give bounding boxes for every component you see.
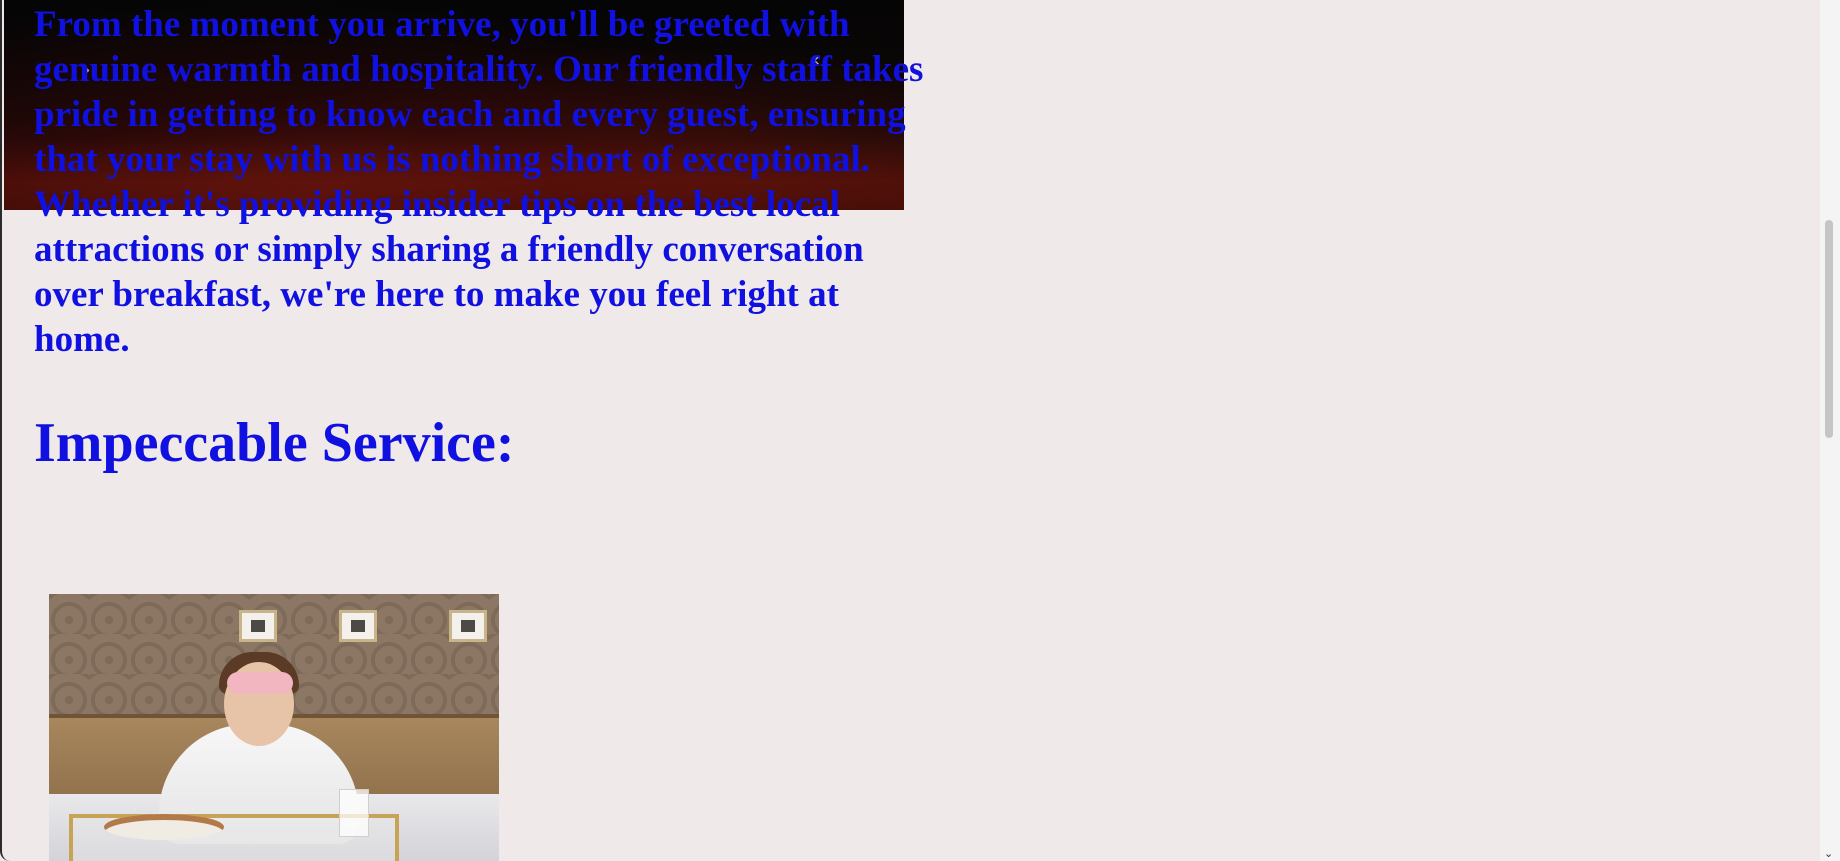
- guest-breakfast-photo: [49, 594, 499, 861]
- wall-frame: [449, 610, 487, 642]
- photo-glass: [339, 789, 369, 837]
- page-viewport: › ‹ From the moment you arrive, you'll b…: [0, 0, 1820, 861]
- scroll-down-icon[interactable]: ⌄: [1824, 848, 1833, 859]
- wall-frame: [339, 610, 377, 642]
- section-heading-impeccable-service: Impeccable Service:: [34, 412, 515, 474]
- vertical-scrollbar[interactable]: ⌄: [1820, 0, 1840, 861]
- wall-frame: [239, 610, 277, 642]
- photo-bowl: [104, 814, 224, 840]
- scrollbar-thumb[interactable]: [1825, 220, 1833, 438]
- intro-paragraph: From the moment you arrive, you'll be gr…: [34, 4, 924, 360]
- photo-sleep-mask: [227, 672, 293, 694]
